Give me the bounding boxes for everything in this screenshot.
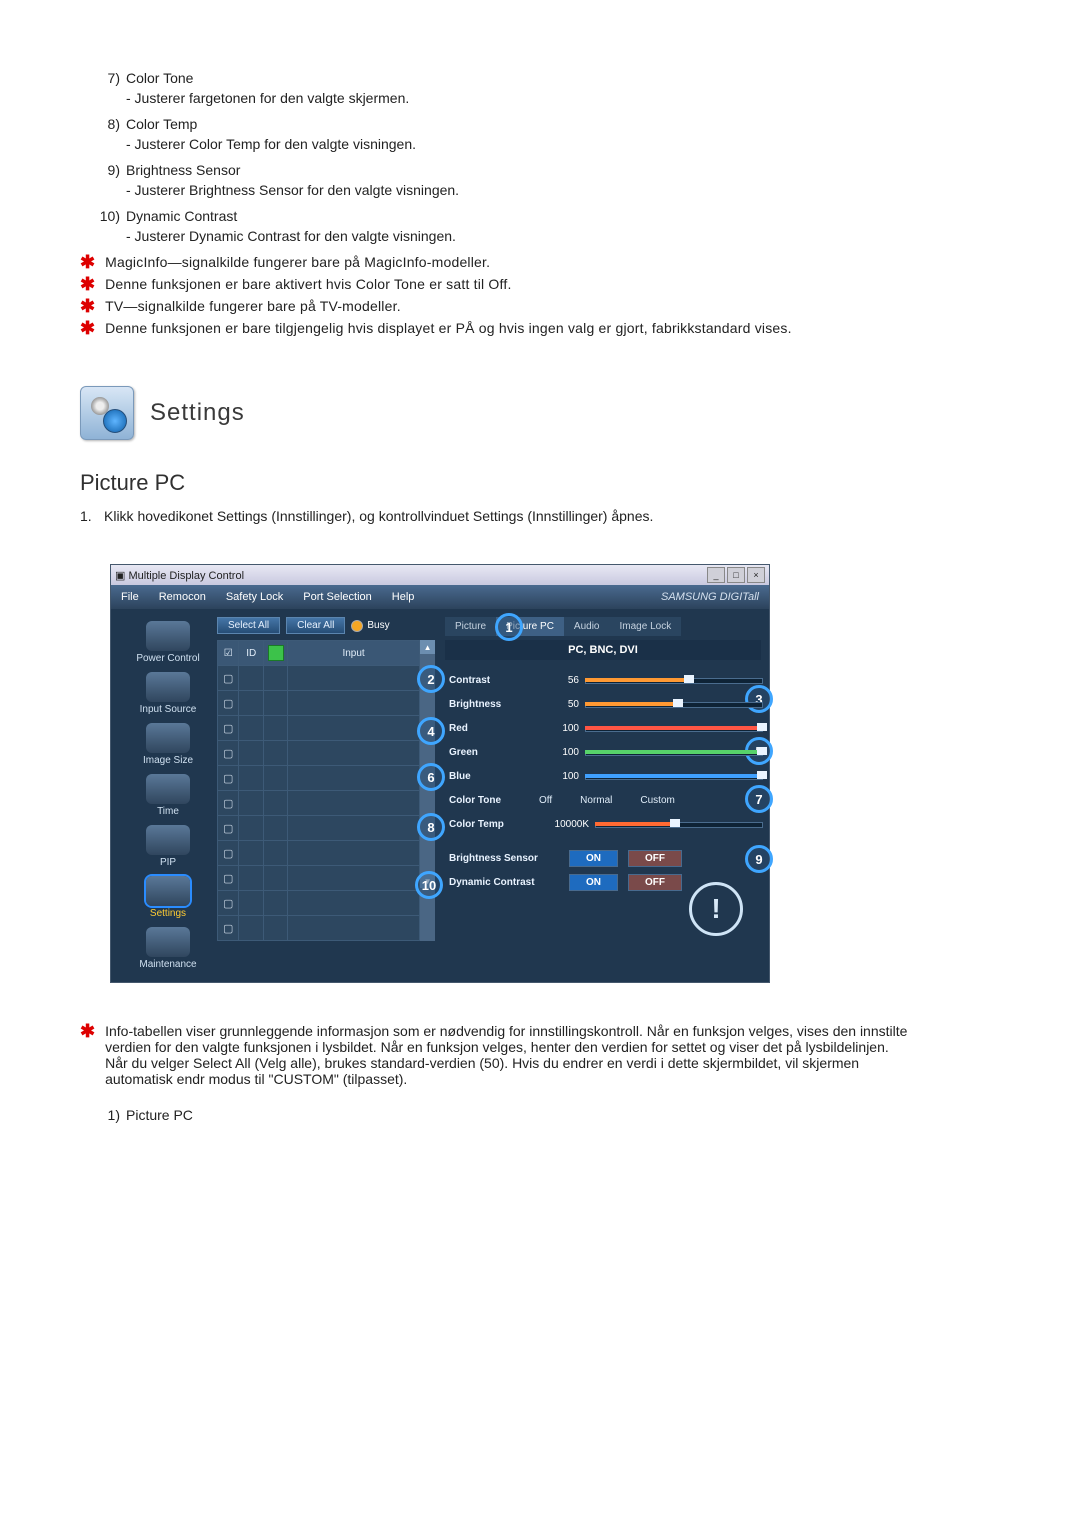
nav-settings[interactable]: Settings: [119, 876, 217, 919]
callout-10: 10: [415, 871, 443, 899]
tab-audio[interactable]: Audio: [564, 617, 610, 636]
slider-contrast: Contrast 56: [445, 668, 761, 692]
app-screenshot: ▣ Multiple Display Control _ □ × File Re…: [110, 564, 770, 983]
star-note: ✱TV—signalkilde fungerer bare på TV-mode…: [80, 298, 910, 314]
item-title: Color Tone: [126, 70, 910, 86]
panel-title: PC, BNC, DVI: [445, 640, 761, 660]
restore-button[interactable]: □: [727, 567, 745, 583]
select-all-button[interactable]: Select All: [217, 617, 280, 634]
star-note: ✱Denne funksjonen er bare tilgjengelig h…: [80, 320, 910, 336]
table-row: ▢: [218, 691, 420, 716]
bsensor-off[interactable]: OFF: [628, 850, 682, 867]
window-titlebar: ▣ Multiple Display Control _ □ ×: [111, 565, 769, 585]
menu-safetylock[interactable]: Safety Lock: [216, 591, 293, 603]
device-table: ☑ ID Input ▢ ▢ ▢ ▢ ▢ ▢ ▢ ▢ ▢: [217, 640, 420, 941]
brand-label: SAMSUNG DIGITall: [651, 591, 769, 603]
list-item-9: 9)Brightness Sensor - Justerer Brightnes…: [80, 162, 910, 198]
col-id: ID: [239, 641, 264, 666]
tab-row: Picture Picture PC Audio Image Lock: [445, 617, 761, 636]
settings-icon: [80, 386, 134, 440]
table-row: ▢: [218, 766, 420, 791]
color-temp-row: Color Temp 10000K: [445, 812, 761, 836]
star-note: ✱Denne funksjonen er bare aktivert hvis …: [80, 276, 910, 292]
color-tone-row: Color Tone Off Normal Custom: [445, 788, 761, 812]
slider-green: Green 100: [445, 740, 761, 764]
callout-6: 6: [417, 763, 445, 791]
callout-4: 4: [417, 717, 445, 745]
tab-picture[interactable]: Picture: [445, 617, 496, 636]
color-tone-custom[interactable]: Custom: [640, 795, 674, 806]
table-row: ▢: [218, 716, 420, 741]
callout-3: 3: [745, 685, 773, 713]
col-input: Input: [288, 641, 420, 666]
item-sub: - Justerer fargetonen for den valgte skj…: [126, 90, 910, 106]
clear-all-button[interactable]: Clear All: [286, 617, 345, 634]
subsection-title: Picture PC: [80, 470, 910, 496]
scroll-up-icon[interactable]: ▲: [420, 640, 435, 654]
table-row: ▢: [218, 741, 420, 766]
warning-icon: !: [689, 882, 743, 936]
dcontrast-off[interactable]: OFF: [628, 874, 682, 891]
list-item-10: 10)Dynamic Contrast - Justerer Dynamic C…: [80, 208, 910, 244]
slider-brightness: Brightness 50: [445, 692, 761, 716]
col-check[interactable]: ☑: [218, 641, 239, 666]
nav-pip[interactable]: PIP: [119, 825, 217, 868]
slider-red: Red 100: [445, 716, 761, 740]
section-title: Settings: [150, 399, 245, 427]
settings-panel: 1 2 3 4 5 6 7 8 9 10 Picture Picture PC …: [445, 617, 761, 974]
star-note: ✱MagicInfo—signalkilde fungerer bare på …: [80, 254, 910, 270]
step-1: 1. Klikk hovedikonet Settings (Innstilli…: [80, 508, 910, 524]
busy-indicator: Busy: [351, 620, 389, 632]
brightness-sensor-row: Brightness Sensor ON OFF: [445, 846, 761, 870]
nav-maintenance[interactable]: Maintenance: [119, 927, 217, 970]
menu-remocon[interactable]: Remocon: [149, 591, 216, 603]
nav-input-source[interactable]: Input Source: [119, 672, 217, 715]
callout-2: 2: [417, 665, 445, 693]
slider-blue: Blue 100: [445, 764, 761, 788]
table-row: ▢: [218, 816, 420, 841]
table-row: ▢: [218, 866, 420, 891]
table-row: ▢: [218, 916, 420, 941]
star-icon: ✱: [80, 254, 95, 270]
left-nav: Power Control Input Source Image Size Ti…: [119, 617, 217, 974]
star-icon: ✱: [80, 1023, 95, 1039]
callout-1: 1: [495, 613, 523, 641]
bsensor-on[interactable]: ON: [569, 850, 618, 867]
nav-time[interactable]: Time: [119, 774, 217, 817]
section-header: Settings: [80, 386, 910, 440]
tab-image-lock[interactable]: Image Lock: [610, 617, 682, 636]
list-item-7: 7)Color Tone - Justerer fargetonen for d…: [80, 70, 910, 106]
window-title: Multiple Display Control: [128, 570, 244, 582]
list-item-8: 8)Color Temp - Justerer Color Temp for d…: [80, 116, 910, 152]
nav-image-size[interactable]: Image Size: [119, 723, 217, 766]
app-icon: ▣: [115, 570, 125, 582]
callout-8: 8: [417, 813, 445, 841]
device-list-panel: Select All Clear All Busy ☑ ID Input ▢ ▢: [217, 617, 435, 974]
close-button[interactable]: ×: [747, 567, 765, 583]
color-tone-off[interactable]: Off: [539, 795, 552, 806]
table-row: ▢: [218, 666, 420, 691]
table-row: ▢: [218, 891, 420, 916]
callout-9: 9: [745, 845, 773, 873]
item-number: 7): [80, 70, 126, 86]
footnote-row: ✱ Info-tabellen viser grunnleggende info…: [80, 1023, 910, 1087]
col-status: [264, 641, 288, 666]
menu-file[interactable]: File: [111, 591, 149, 603]
menu-bar: File Remocon Safety Lock Port Selection …: [111, 585, 769, 609]
color-tone-normal[interactable]: Normal: [580, 795, 612, 806]
footnote-text: Info-tabellen viser grunnleggende inform…: [105, 1023, 910, 1087]
nav-power-control[interactable]: Power Control: [119, 621, 217, 664]
list-item-bottom-1: 1) Picture PC: [80, 1107, 910, 1123]
star-icon: ✱: [80, 320, 95, 336]
dcontrast-on[interactable]: ON: [569, 874, 618, 891]
table-row: ▢: [218, 791, 420, 816]
star-icon: ✱: [80, 298, 95, 314]
menu-help[interactable]: Help: [382, 591, 425, 603]
callout-7: 7: [745, 785, 773, 813]
menu-portselection[interactable]: Port Selection: [293, 591, 381, 603]
table-row: ▢: [218, 841, 420, 866]
minimize-button[interactable]: _: [707, 567, 725, 583]
star-icon: ✱: [80, 276, 95, 292]
